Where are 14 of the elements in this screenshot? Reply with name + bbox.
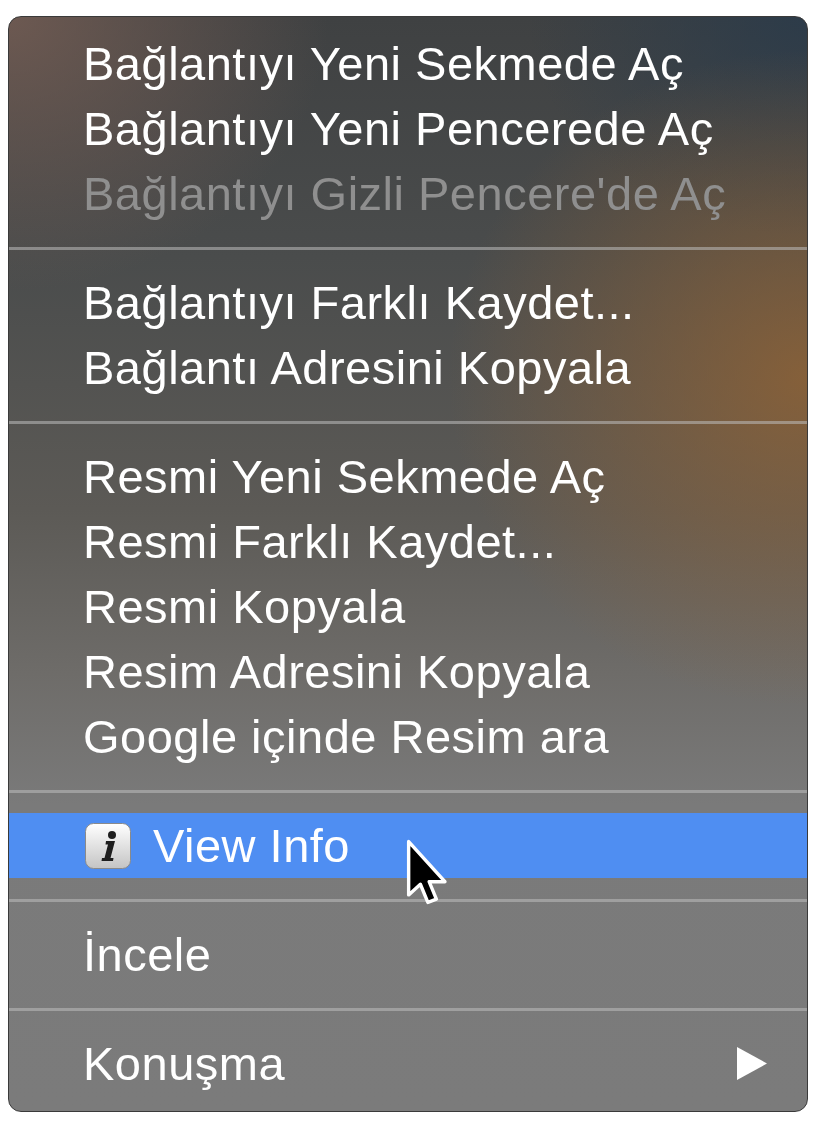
menu-item[interactable]: Konuşma: [9, 1031, 807, 1096]
menu-item[interactable]: Bağlantı Adresini Kopyala: [9, 335, 807, 400]
menu-item[interactable]: Bağlantıyı Yeni Pencerede Aç: [9, 96, 807, 161]
menu-item[interactable]: Bağlantıyı Yeni Sekmede Aç: [9, 31, 807, 96]
menu-item[interactable]: Bağlantıyı Farklı Kaydet...: [9, 270, 807, 335]
menu-item[interactable]: Resim Adresini Kopyala: [9, 639, 807, 704]
menu-item[interactable]: İncele: [9, 922, 807, 987]
menu-item[interactable]: Resmi Farklı Kaydet...: [9, 509, 807, 574]
menu-item[interactable]: Resmi Yeni Sekmede Aç: [9, 444, 807, 509]
submenu-arrow-icon: [737, 1047, 767, 1080]
menu-item[interactable]: Resmi Kopyala: [9, 574, 807, 639]
menu-item[interactable]: Google içinde Resim ara: [9, 704, 807, 769]
mouse-pointer-icon: [406, 839, 448, 906]
info-icon: [85, 822, 131, 869]
